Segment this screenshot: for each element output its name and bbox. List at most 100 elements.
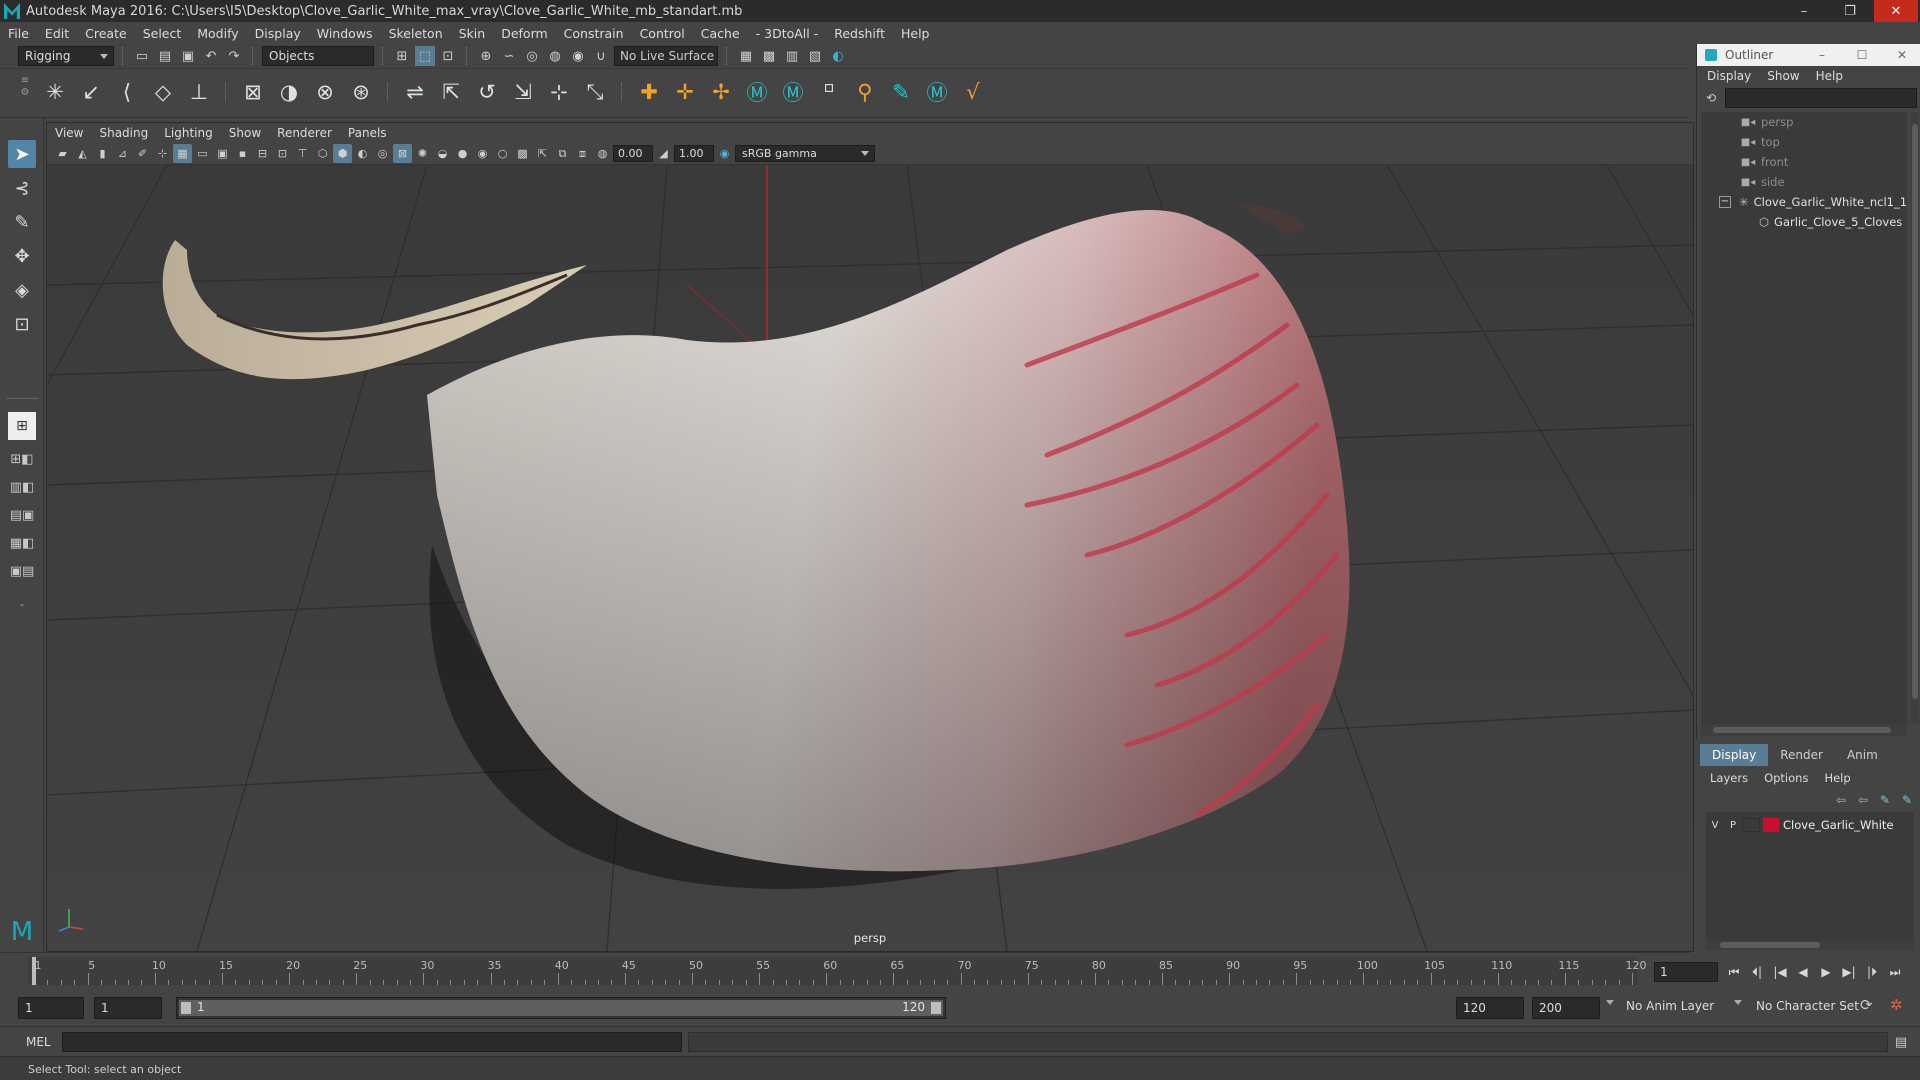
- hypershade-icon[interactable]: ◐: [828, 46, 848, 66]
- command-input[interactable]: [62, 1032, 682, 1052]
- viewport-menu-show[interactable]: Show: [229, 126, 261, 140]
- step-back-key-icon[interactable]: ⏴|: [1747, 963, 1767, 981]
- blank-shelf-icon[interactable]: ⸋: [814, 76, 844, 108]
- layer-color-swatch[interactable]: [1763, 818, 1779, 832]
- scrollbar-thumb[interactable]: [1713, 727, 1891, 733]
- safe-title-icon[interactable]: ⊤: [293, 144, 312, 163]
- outliner-item-clove-group[interactable]: − ✳ Clove_Garlic_White_ncl1_1: [1719, 192, 1919, 212]
- v-shape-icon[interactable]: √: [958, 76, 988, 108]
- menu-constrain[interactable]: Constrain: [564, 26, 624, 41]
- snap-live-icon[interactable]: ◉: [568, 46, 588, 66]
- layer-playback-toggle[interactable]: P: [1724, 820, 1742, 831]
- move-layer-up-icon[interactable]: ⇦: [1832, 792, 1850, 808]
- outliner-item-side[interactable]: ■◂ side: [1741, 172, 1920, 192]
- select-tool-icon[interactable]: ➤: [8, 140, 36, 168]
- paint-tool-icon[interactable]: ✎: [886, 76, 916, 108]
- layer-menu-help[interactable]: Help: [1824, 771, 1850, 785]
- menu-file[interactable]: File: [8, 26, 29, 41]
- smooth-shade-icon[interactable]: ⬢: [333, 144, 352, 163]
- viewport-scene[interactable]: persp: [47, 165, 1693, 951]
- color-management-icon[interactable]: ◉: [715, 144, 734, 163]
- script-language-toggle[interactable]: MEL: [26, 1035, 51, 1049]
- motion-blur-icon[interactable]: ◉: [473, 144, 492, 163]
- resolution-gate-icon[interactable]: ▣: [213, 144, 232, 163]
- viewport-menu-lighting[interactable]: Lighting: [164, 126, 213, 140]
- single-view-layout-icon[interactable]: ⊞: [8, 412, 36, 440]
- go-to-start-icon[interactable]: ⏮: [1724, 963, 1744, 981]
- layer-menu-layers[interactable]: Layers: [1710, 771, 1748, 785]
- color-space-selector[interactable]: sRGB gamma: [735, 145, 875, 162]
- outliner-search-input[interactable]: [1725, 88, 1917, 108]
- render-view-icon[interactable]: ▧: [805, 46, 825, 66]
- scale-tool-icon[interactable]: ⊡: [8, 310, 36, 338]
- menu-skin[interactable]: Skin: [459, 26, 486, 41]
- select-hierarchy-icon[interactable]: ⊞: [392, 46, 412, 66]
- outliner-item-front[interactable]: ■◂ front: [1741, 152, 1920, 172]
- menu-skeleton[interactable]: Skeleton: [389, 26, 443, 41]
- snap-view-plane-icon[interactable]: ◍: [545, 46, 565, 66]
- parent-constraint-icon[interactable]: ⊹: [544, 76, 574, 108]
- layer-menu-options[interactable]: Options: [1764, 771, 1808, 785]
- outliner-item-top[interactable]: ■◂ top: [1741, 132, 1920, 152]
- close-button[interactable]: ✕: [1874, 0, 1918, 22]
- outliner-tree[interactable]: ■◂ persp ■◂ top ■◂ front ■◂ side − ✳ Clo…: [1701, 112, 1907, 724]
- xray-active-icon[interactable]: ⧈: [573, 144, 592, 163]
- gate-mask-icon[interactable]: ▪: [233, 144, 252, 163]
- range-thumb[interactable]: [179, 1000, 943, 1016]
- outliner-item-persp[interactable]: ■◂ persp: [1741, 112, 1920, 132]
- grid-toggle-icon[interactable]: ▦: [173, 144, 192, 163]
- hypershade-layout-icon[interactable]: ▣▤: [6, 560, 38, 582]
- gamma-field[interactable]: 1.00: [674, 145, 714, 162]
- ik-handle-icon[interactable]: ⊥: [184, 76, 214, 108]
- ipr-render-icon[interactable]: ▥: [782, 46, 802, 66]
- outliner-menu-display[interactable]: Display: [1707, 69, 1751, 83]
- maya-teal-3-icon[interactable]: Ⓜ: [922, 76, 952, 108]
- mode-selector[interactable]: Rigging: [18, 46, 114, 66]
- tab-render[interactable]: Render: [1768, 744, 1835, 766]
- anim-layer-selector[interactable]: No Anim Layer: [1626, 999, 1714, 1013]
- outliner-horizontal-scrollbar[interactable]: [1701, 724, 1907, 736]
- paint-select-icon[interactable]: ✎: [8, 208, 36, 236]
- play-forwards-icon[interactable]: ▶: [1816, 963, 1836, 981]
- wireframe-on-shaded-icon[interactable]: ◐: [353, 144, 372, 163]
- orient-joint-icon[interactable]: ◇: [148, 76, 178, 108]
- shelf-menu-icon[interactable]: ≡ ⚙: [18, 75, 32, 113]
- time-ruler[interactable]: 1 5 10 15 20 25 30 35 40 45 50 55 60 65 70 75 80 85 90 95 10…: [28, 957, 1647, 985]
- render-settings-icon[interactable]: ▦: [736, 46, 756, 66]
- play-backwards-icon[interactable]: ◀: [1793, 963, 1813, 981]
- snap-point-icon[interactable]: ◎: [522, 46, 542, 66]
- scale-constraint-icon[interactable]: ⇲: [508, 76, 538, 108]
- lattice-icon[interactable]: ⊗: [310, 76, 340, 108]
- ik-spline-icon[interactable]: ✛: [670, 76, 700, 108]
- exposure-icon[interactable]: ◍: [593, 144, 612, 163]
- move-tool-icon[interactable]: ✥: [8, 242, 36, 270]
- outliner-minimize-button[interactable]: –: [1807, 46, 1837, 64]
- layer-horizontal-scrollbar[interactable]: [1706, 940, 1914, 950]
- anti-aliasing-icon[interactable]: ○: [493, 144, 512, 163]
- image-plane-icon[interactable]: ⊿: [113, 144, 132, 163]
- insert-joint-icon[interactable]: ↙: [76, 76, 106, 108]
- aim-constraint-icon[interactable]: ⇱: [436, 76, 466, 108]
- chevron-down-icon[interactable]: [1734, 1000, 1742, 1005]
- layer-row[interactable]: V P Clove_Garlic_White: [1706, 816, 1914, 834]
- layer-list[interactable]: V P Clove_Garlic_White: [1706, 812, 1914, 940]
- outliner-persp-layout-icon[interactable]: ▤▣: [6, 504, 38, 526]
- undo-icon[interactable]: ↶: [201, 46, 221, 66]
- step-forward-frame-icon[interactable]: ▶|: [1839, 963, 1859, 981]
- redo-icon[interactable]: ↷: [224, 46, 244, 66]
- field-chart-icon[interactable]: ⊟: [253, 144, 272, 163]
- select-component-icon[interactable]: ⊡: [438, 46, 458, 66]
- menu-3dtoall[interactable]: - 3DtoAll -: [756, 26, 819, 41]
- film-gate-icon[interactable]: ▭: [193, 144, 212, 163]
- xray-icon[interactable]: ◎: [373, 144, 392, 163]
- maya-teal-2-icon[interactable]: Ⓜ: [778, 76, 808, 108]
- viewport-menu-view[interactable]: View: [55, 126, 83, 140]
- step-forward-key-icon[interactable]: |⏵: [1862, 963, 1882, 981]
- layer-visibility-toggle[interactable]: V: [1706, 820, 1724, 831]
- playback-end-field[interactable]: 120: [1456, 997, 1524, 1019]
- xray-joints-icon[interactable]: ⧉: [553, 144, 572, 163]
- toolbox-more-icon[interactable]: ‐: [6, 594, 38, 616]
- auto-key-icon[interactable]: ⟳: [1860, 996, 1873, 1014]
- new-scene-icon[interactable]: ▭: [132, 46, 152, 66]
- paint-weights-icon[interactable]: ◑: [274, 76, 304, 108]
